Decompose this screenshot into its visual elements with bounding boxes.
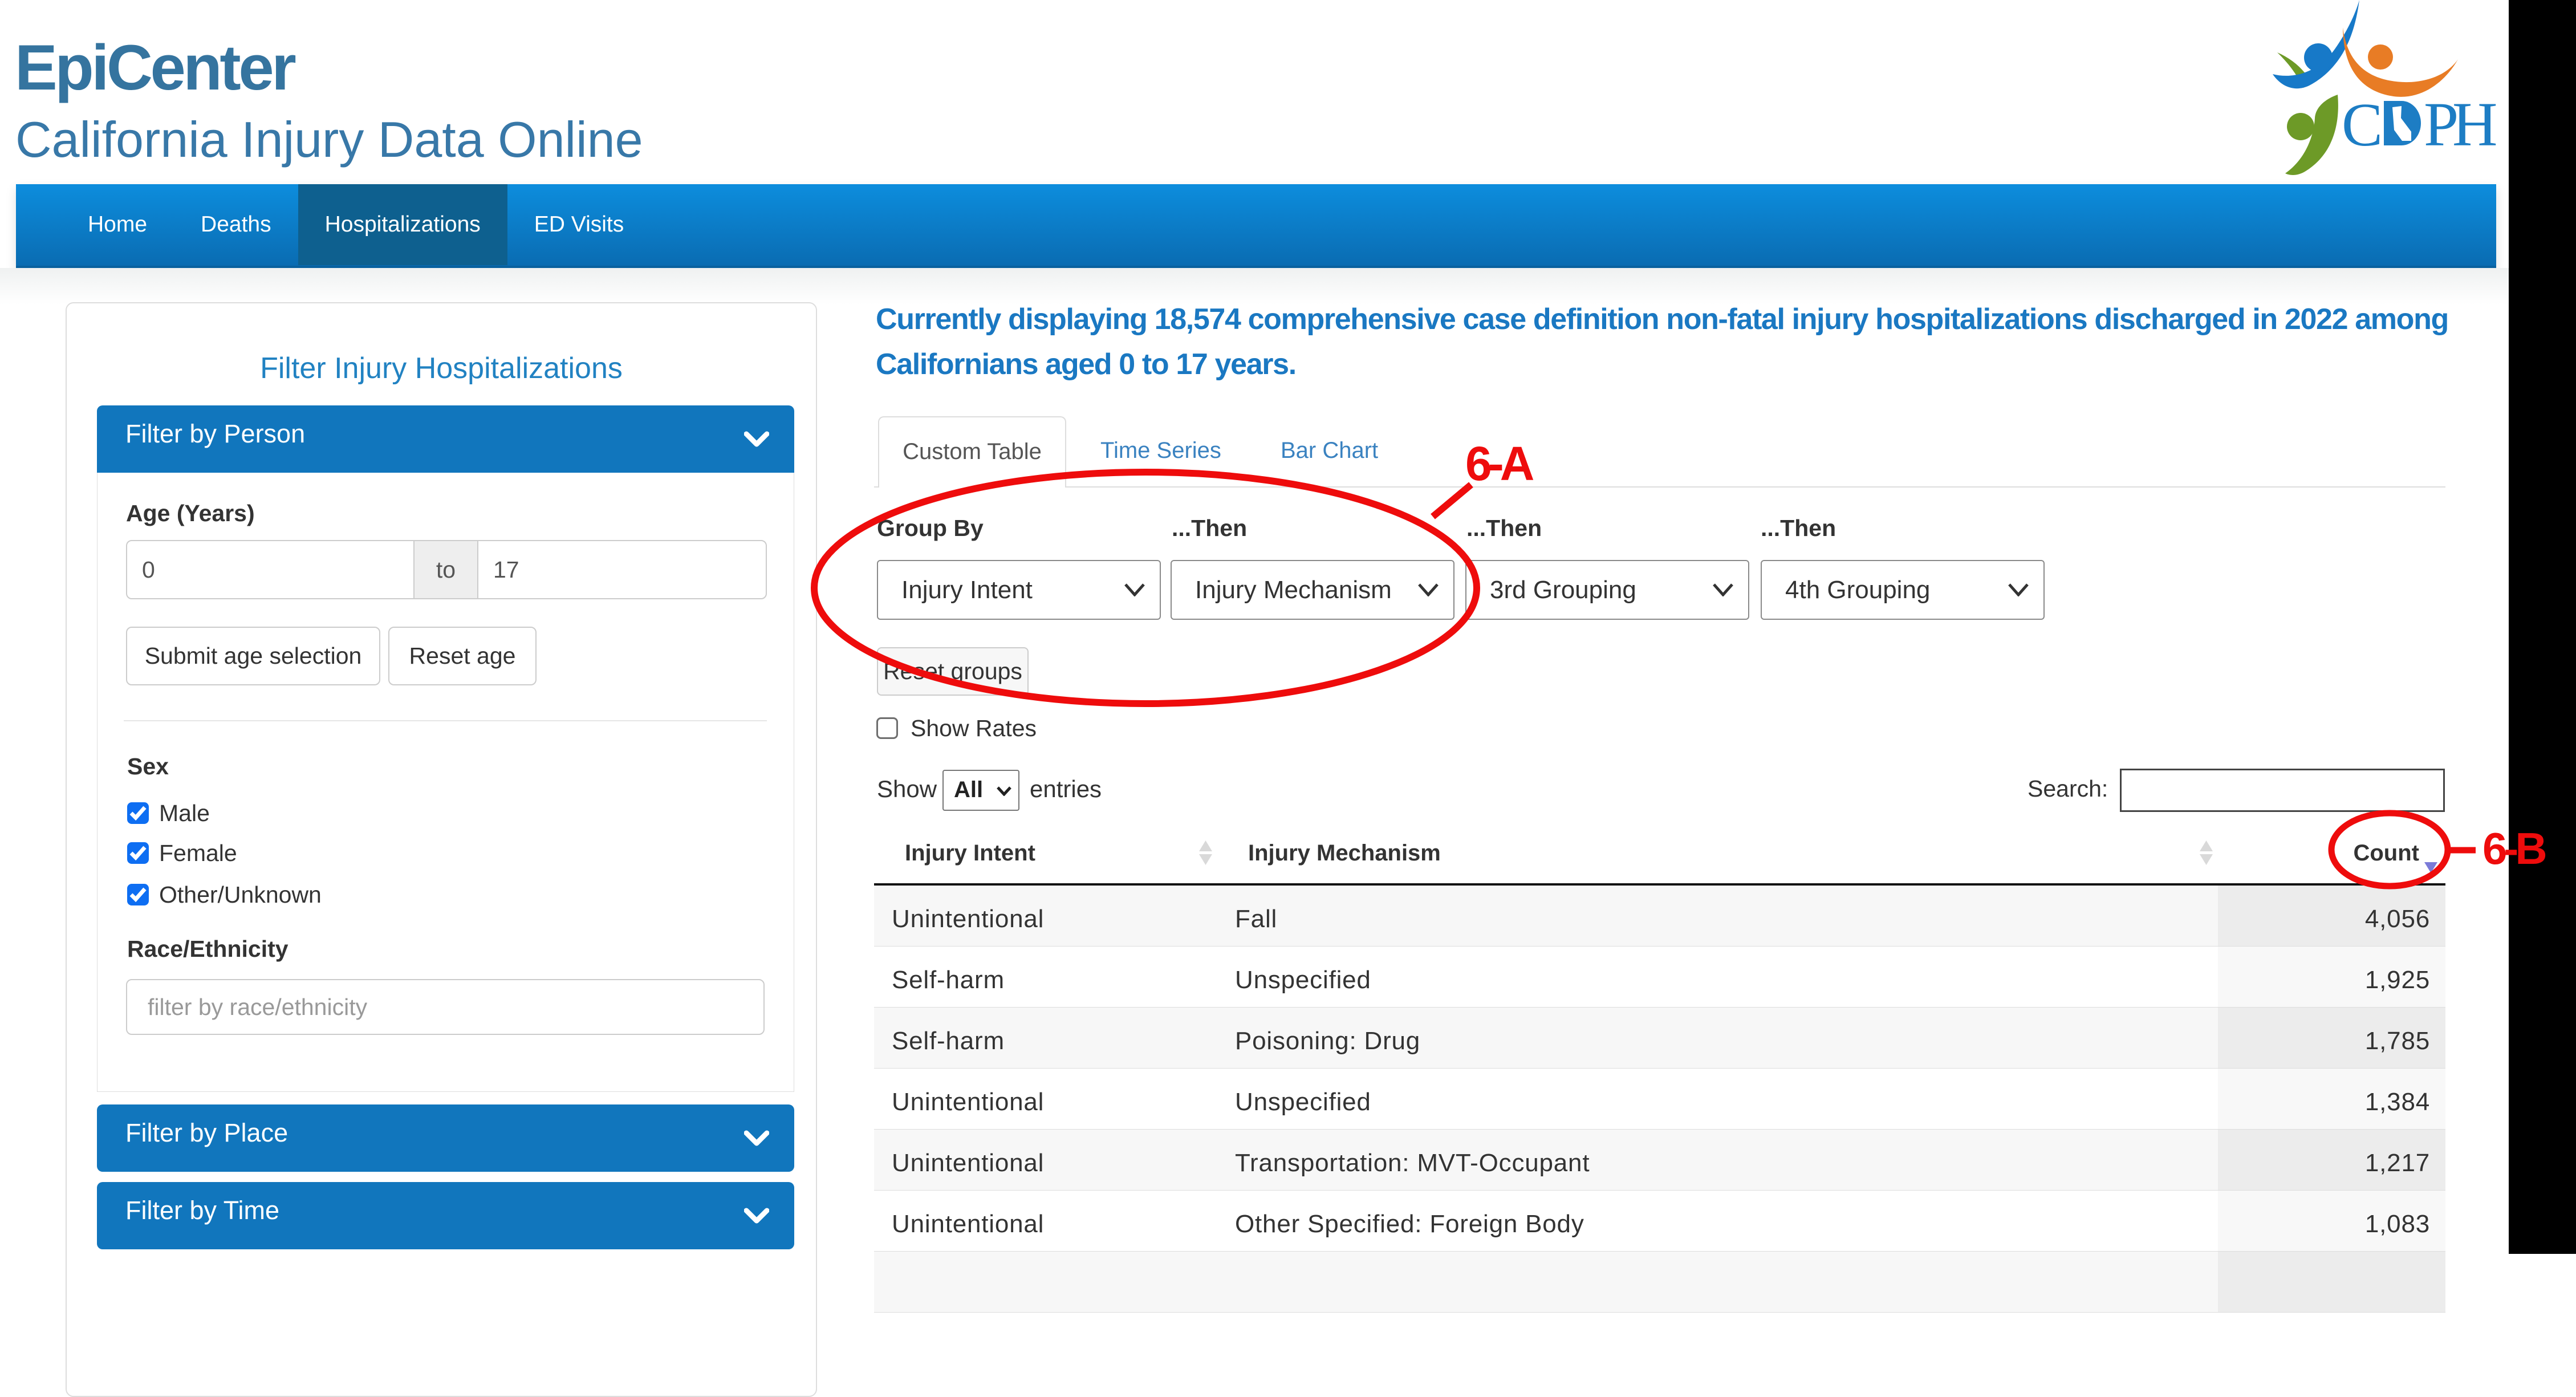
- svg-text:C: C: [2342, 91, 2383, 159]
- svg-text:H: H: [2452, 90, 2497, 159]
